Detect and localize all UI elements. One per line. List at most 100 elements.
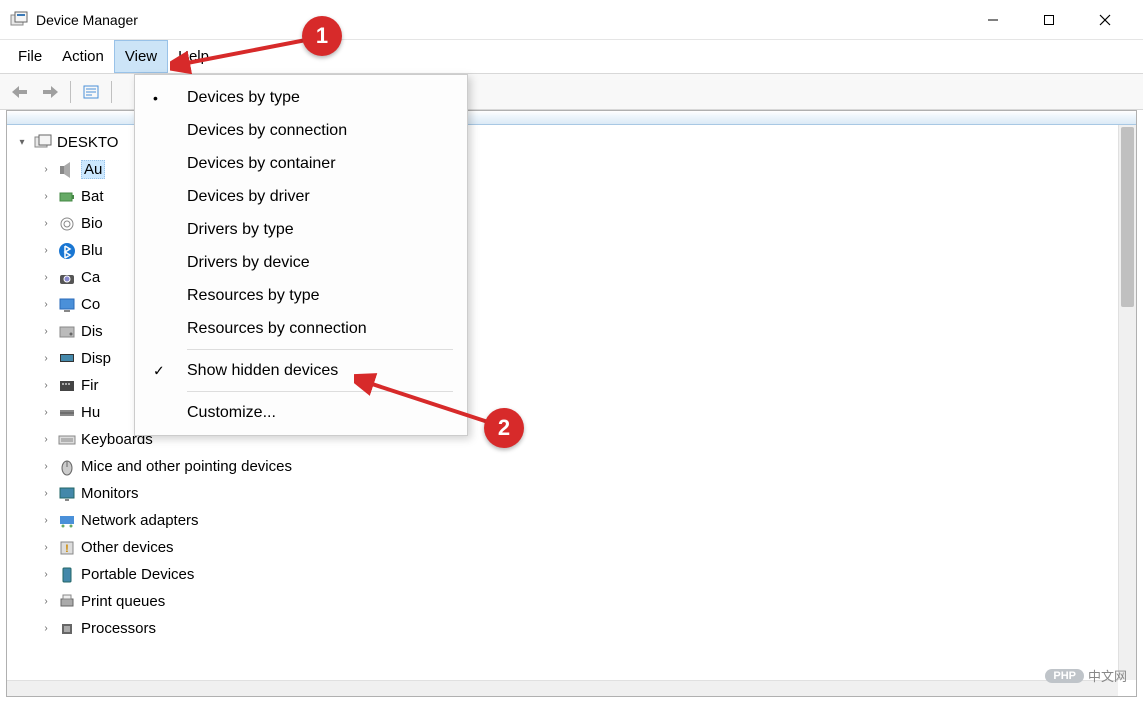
battery-icon [57, 187, 77, 207]
menu-item[interactable]: •Devices by type [135, 81, 467, 114]
menu-item[interactable]: ✓ Show hidden devices [135, 354, 467, 387]
tree-node[interactable]: › Processors [39, 615, 1136, 642]
chevron-right-icon[interactable]: › [39, 595, 53, 609]
display-icon [57, 349, 77, 369]
app-icon [10, 11, 28, 29]
toolbar-separator [70, 81, 71, 103]
printer-icon [57, 592, 77, 612]
tree-node-label: Fir [81, 377, 99, 394]
bluetooth-icon [57, 241, 77, 261]
tree-node-label: Processors [81, 620, 156, 637]
menu-item-label: Show hidden devices [187, 362, 338, 380]
menu-item[interactable]: Customize... [135, 396, 467, 429]
close-button[interactable] [1077, 0, 1133, 40]
forward-button[interactable] [36, 78, 64, 106]
menu-item[interactable]: Devices by connection [135, 114, 467, 147]
watermark: PHP 中文网 [1045, 666, 1127, 685]
scrollbar-thumb[interactable] [1121, 127, 1134, 307]
portable-icon [57, 565, 77, 585]
tree-node[interactable]: › Mice and other pointing devices [39, 453, 1136, 480]
tree-node[interactable]: ›Print queues [39, 588, 1136, 615]
window-controls [965, 0, 1133, 40]
tree-node-label: Monitors [81, 485, 139, 502]
chevron-right-icon[interactable]: › [39, 487, 53, 501]
chevron-right-icon[interactable]: › [39, 190, 53, 204]
chevron-right-icon[interactable]: › [39, 379, 53, 393]
tree-node-label: Ca [81, 269, 100, 286]
chevron-down-icon[interactable]: ▾ [15, 136, 29, 150]
tree-node-label: Blu [81, 242, 103, 259]
tree-node[interactable]: ›!Other devices [39, 534, 1136, 561]
computer-icon [57, 295, 77, 315]
tree-node[interactable]: › Monitors [39, 480, 1136, 507]
chevron-right-icon[interactable]: › [39, 163, 53, 177]
vertical-scrollbar[interactable] [1118, 125, 1136, 680]
menu-action[interactable]: Action [52, 40, 114, 73]
camera-icon [57, 268, 77, 288]
minimize-button[interactable] [965, 0, 1021, 40]
chevron-right-icon[interactable]: › [39, 325, 53, 339]
audio-icon [57, 160, 77, 180]
chevron-right-icon[interactable]: › [39, 568, 53, 582]
toolbar-separator [111, 81, 112, 103]
annotation-callout-1: 1 [302, 16, 342, 56]
title-bar: Device Manager [0, 0, 1143, 40]
menu-item-label: Devices by connection [187, 122, 347, 140]
menu-item[interactable]: Drivers by type [135, 213, 467, 246]
back-button[interactable] [6, 78, 34, 106]
other-icon: ! [57, 538, 77, 558]
menu-file[interactable]: File [8, 40, 52, 73]
chevron-right-icon[interactable]: › [39, 217, 53, 231]
chevron-right-icon[interactable]: › [39, 352, 53, 366]
tree-node-label: Dis [81, 323, 103, 340]
annotation-callout-2: 2 [484, 408, 524, 448]
processor-icon [57, 619, 77, 639]
menu-item-label: Drivers by type [187, 221, 294, 239]
window-title: Device Manager [36, 12, 138, 28]
tree-node-label: Other devices [81, 539, 174, 556]
menu-item-label: Devices by driver [187, 188, 310, 206]
tree-node[interactable]: › Network adapters [39, 507, 1136, 534]
menu-bar: File Action View Help [0, 40, 1143, 74]
menu-item[interactable]: Devices by driver [135, 180, 467, 213]
menu-item[interactable]: Drivers by device [135, 246, 467, 279]
view-dropdown: •Devices by type Devices by connection Dev… [134, 74, 468, 436]
tree-node-label: Au [81, 160, 105, 179]
chevron-right-icon[interactable]: › [39, 406, 53, 420]
computer-icon [33, 133, 53, 153]
menu-item[interactable]: Resources by connection [135, 312, 467, 345]
menu-item-label: Devices by type [187, 89, 300, 107]
horizontal-scrollbar[interactable] [7, 680, 1118, 696]
keyboard-icon [57, 430, 77, 450]
menu-item-label: Resources by connection [187, 320, 367, 338]
chevron-right-icon[interactable]: › [39, 433, 53, 447]
tree-node-label: Hu [81, 404, 100, 421]
chevron-right-icon[interactable]: › [39, 514, 53, 528]
chevron-right-icon[interactable]: › [39, 622, 53, 636]
menu-view[interactable]: View [114, 40, 168, 73]
check-icon: ✓ [153, 362, 165, 379]
chevron-right-icon[interactable]: › [39, 271, 53, 285]
tree-node-label: Network adapters [81, 512, 199, 529]
properties-button[interactable] [77, 78, 105, 106]
tree-node[interactable]: ›Portable Devices [39, 561, 1136, 588]
chevron-right-icon[interactable]: › [39, 460, 53, 474]
watermark-badge: PHP [1045, 669, 1084, 683]
chevron-right-icon[interactable]: › [39, 244, 53, 258]
tree-node-label: Co [81, 296, 100, 313]
chevron-right-icon[interactable]: › [39, 541, 53, 555]
network-icon [57, 511, 77, 531]
tree-node-label: Bio [81, 215, 103, 232]
watermark-text: 中文网 [1088, 666, 1127, 685]
menu-item[interactable]: Resources by type [135, 279, 467, 312]
menu-item-label: Customize... [187, 404, 276, 422]
maximize-button[interactable] [1021, 0, 1077, 40]
menu-help[interactable]: Help [168, 40, 219, 73]
tree-node-label: Mice and other pointing devices [81, 458, 292, 475]
chevron-right-icon[interactable]: › [39, 298, 53, 312]
menu-item[interactable]: Devices by container [135, 147, 467, 180]
menu-separator [187, 349, 453, 350]
menu-separator [187, 391, 453, 392]
firmware-icon [57, 376, 77, 396]
fingerprint-icon [57, 214, 77, 234]
